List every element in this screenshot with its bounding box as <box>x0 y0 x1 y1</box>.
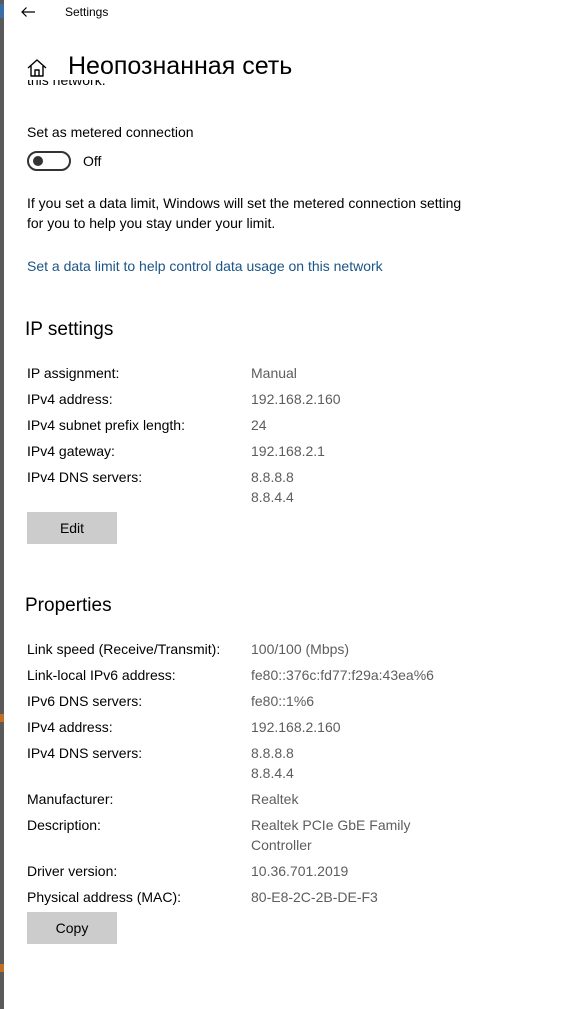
ipv4-prefix-label: IPv4 subnet prefix length: <box>27 417 185 433</box>
link-speed-value: 100/100 (Mbps) <box>251 641 350 657</box>
clipped-text: this network. <box>27 80 147 94</box>
ipv6-dns-label: IPv6 DNS servers: <box>27 693 143 709</box>
metered-toggle[interactable] <box>27 151 71 171</box>
ip-settings-title: IP settings <box>25 319 114 340</box>
ipv4-gateway-label: IPv4 gateway: <box>27 443 115 459</box>
page-title: Неопознанная сеть <box>68 52 293 80</box>
ipv6-link-local-value: fe80::376c:fd77:f29a:43ea%6 <box>251 667 434 683</box>
prop-ipv4-dns-value-2: 8.8.4.4 <box>251 765 294 781</box>
description-value: Realtek PCIe GbE Family <box>251 817 411 833</box>
ipv6-dns-value: fe80::1%6 <box>251 693 315 709</box>
ipv4-dns-label: IPv4 DNS servers: <box>27 469 143 485</box>
clipped-text-content: this network. <box>27 80 106 88</box>
ipv4-prefix-value: 24 <box>251 417 267 433</box>
data-limit-link[interactable]: Set a data limit to help control data us… <box>27 258 383 274</box>
prop-ipv4-dns-label: IPv4 DNS servers: <box>27 745 143 761</box>
back-arrow-icon <box>21 7 35 17</box>
properties-title: Properties <box>25 595 112 616</box>
ipv4-address-label: IPv4 address: <box>27 391 113 407</box>
home-button[interactable] <box>25 56 49 80</box>
toggle-state-label: Off <box>83 153 102 169</box>
manufacturer-label: Manufacturer: <box>27 791 114 807</box>
window-left-edge <box>0 0 4 1009</box>
prop-ipv4-address-value: 192.168.2.160 <box>251 719 341 735</box>
window-title: Settings <box>65 5 109 19</box>
driver-version-value: 10.36.701.2019 <box>251 863 349 879</box>
edit-button[interactable]: Edit <box>27 512 117 544</box>
metered-label: Set as metered connection <box>27 124 194 140</box>
title-bar: Settings <box>4 0 584 26</box>
ipv6-link-local-label: Link-local IPv6 address: <box>27 667 176 683</box>
toggle-knob <box>33 156 43 166</box>
ipv4-gateway-value: 192.168.2.1 <box>251 443 325 459</box>
manufacturer-value: Realtek <box>251 791 299 807</box>
description-label: Description: <box>27 817 101 833</box>
prop-ipv4-address-label: IPv4 address: <box>27 719 113 735</box>
description-value-2: Controller <box>251 837 312 853</box>
prop-ipv4-dns-value: 8.8.8.8 <box>251 745 294 761</box>
home-icon <box>27 59 47 77</box>
ipv4-dns-value: 8.8.8.8 <box>251 469 294 485</box>
metered-info-text: If you set a data limit, Windows will se… <box>27 195 462 231</box>
mac-address-label: Physical address (MAC): <box>27 889 182 905</box>
driver-version-label: Driver version: <box>27 863 118 879</box>
back-button[interactable] <box>18 3 38 21</box>
ipv4-address-value: 192.168.2.160 <box>251 391 341 407</box>
ip-assignment-value: Manual <box>251 365 297 381</box>
ipv4-dns-value-2: 8.8.4.4 <box>251 489 294 505</box>
mac-address-value: 80-E8-2C-2B-DE-F3 <box>251 889 378 905</box>
copy-button[interactable]: Copy <box>27 912 117 944</box>
ip-assignment-label: IP assignment: <box>27 365 120 381</box>
link-speed-label: Link speed (Receive/Transmit): <box>27 641 221 657</box>
edge-mark <box>0 964 4 972</box>
edge-mark <box>0 714 4 722</box>
